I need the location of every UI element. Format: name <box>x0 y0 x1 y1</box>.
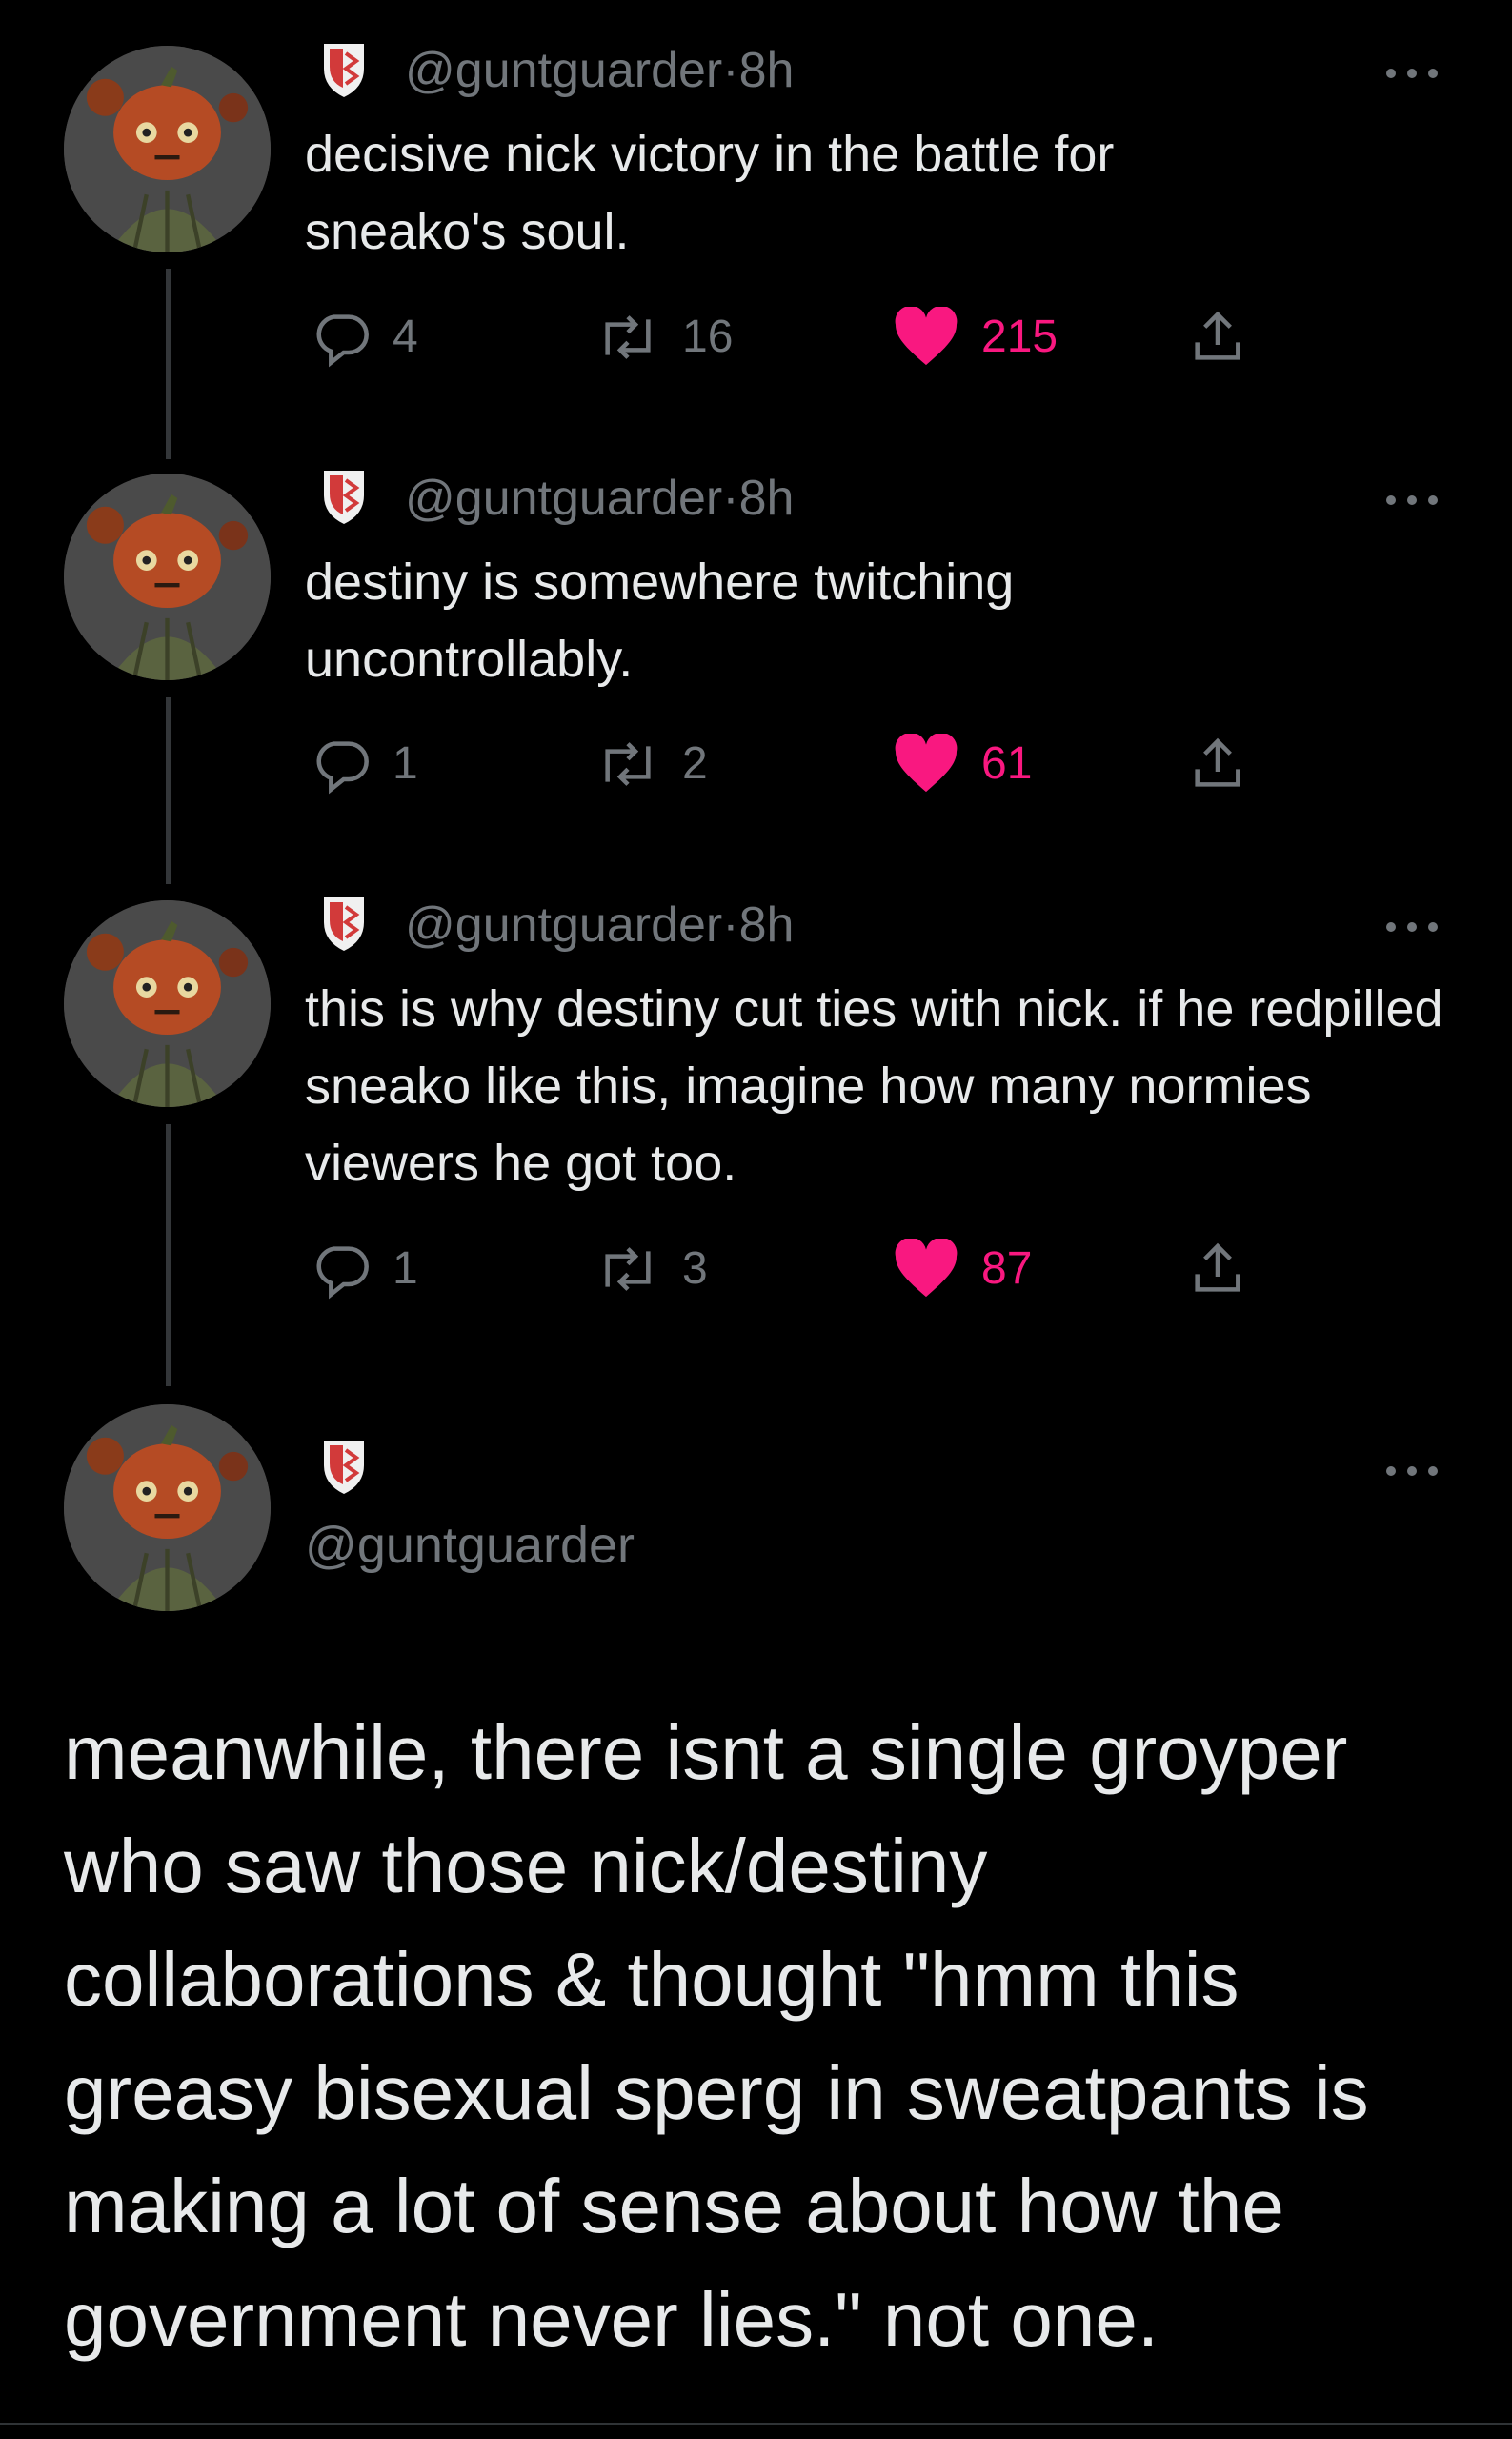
heart-icon <box>895 734 958 793</box>
reply-bubble-icon <box>316 741 369 795</box>
reply-button[interactable]: 1 <box>311 1239 418 1300</box>
retweet-button[interactable]: 3 <box>595 1239 708 1300</box>
retweet-icon <box>605 315 651 359</box>
retweet-button[interactable]: 16 <box>595 307 733 368</box>
share-icon <box>1195 311 1240 360</box>
shield-icon <box>320 467 368 526</box>
like-count: 215 <box>981 312 1058 362</box>
dot-separator: · <box>722 897 739 953</box>
like-button[interactable]: 215 <box>892 307 1058 368</box>
reply-button[interactable]: 4 <box>311 307 418 368</box>
retweet-count: 3 <box>682 1243 708 1294</box>
tweet-header: @guntguarder·8h <box>405 474 794 523</box>
handle-link[interactable]: @guntguarder <box>305 1520 635 1571</box>
more-options-icon[interactable] <box>1383 1464 1441 1478</box>
reply-bubble-icon <box>316 314 369 368</box>
dot-separator: · <box>722 43 739 98</box>
retweet-button[interactable]: 2 <box>595 734 708 795</box>
retweet-icon <box>605 1247 651 1291</box>
tweet-text: decisive nick victory in the battle for … <box>305 126 1115 260</box>
share-button[interactable] <box>1187 734 1248 795</box>
tweet-text: this is why destiny cut ties with nick. … <box>305 980 1443 1192</box>
avatar[interactable] <box>64 474 271 680</box>
tweet-header: @guntguarder·8h <box>405 900 794 950</box>
like-count: 87 <box>981 1243 1033 1294</box>
avatar[interactable] <box>64 900 271 1107</box>
share-icon <box>1195 1242 1240 1292</box>
more-options-icon[interactable] <box>1383 494 1441 507</box>
retweet-icon <box>605 742 651 786</box>
handle-link[interactable]: @guntguarder <box>405 897 722 953</box>
main-tweet-text: meanwhile, there isnt a single groyper w… <box>64 1710 1369 2362</box>
retweet-count: 2 <box>682 738 708 789</box>
heart-icon <box>895 307 958 366</box>
handle-link[interactable]: @guntguarder <box>405 471 722 526</box>
more-options-icon[interactable] <box>1383 920 1441 934</box>
handle-link[interactable]: @guntguarder <box>405 43 722 98</box>
like-count: 61 <box>981 738 1033 789</box>
reply-count: 4 <box>393 312 418 362</box>
timestamp[interactable]: 8h <box>739 43 795 98</box>
reply-count: 1 <box>393 1243 418 1294</box>
share-icon <box>1195 737 1240 787</box>
thread-line <box>166 1124 171 1386</box>
like-button[interactable]: 61 <box>892 734 1032 795</box>
like-button[interactable]: 87 <box>892 1239 1032 1300</box>
avatar[interactable] <box>64 46 271 252</box>
more-options-icon[interactable] <box>1383 67 1441 80</box>
thread-line <box>166 269 171 459</box>
timestamp[interactable]: 8h <box>739 471 795 526</box>
reply-bubble-icon <box>316 1246 369 1300</box>
dot-separator: · <box>722 471 739 526</box>
shield-icon <box>320 894 368 953</box>
divider <box>0 2423 1512 2425</box>
tweet-header: @guntguarder·8h <box>405 46 794 95</box>
reply-button[interactable]: 1 <box>311 734 418 795</box>
shield-icon <box>320 40 368 99</box>
share-button[interactable] <box>1187 307 1248 368</box>
avatar[interactable] <box>64 1404 271 1611</box>
thread-line <box>166 697 171 884</box>
shield-icon <box>320 1437 368 1496</box>
heart-icon <box>895 1239 958 1298</box>
share-button[interactable] <box>1187 1239 1248 1300</box>
tweet-text: destiny is somewhere twitching uncontrol… <box>305 554 1015 688</box>
reply-count: 1 <box>393 738 418 789</box>
retweet-count: 16 <box>682 312 734 362</box>
timestamp[interactable]: 8h <box>739 897 795 953</box>
